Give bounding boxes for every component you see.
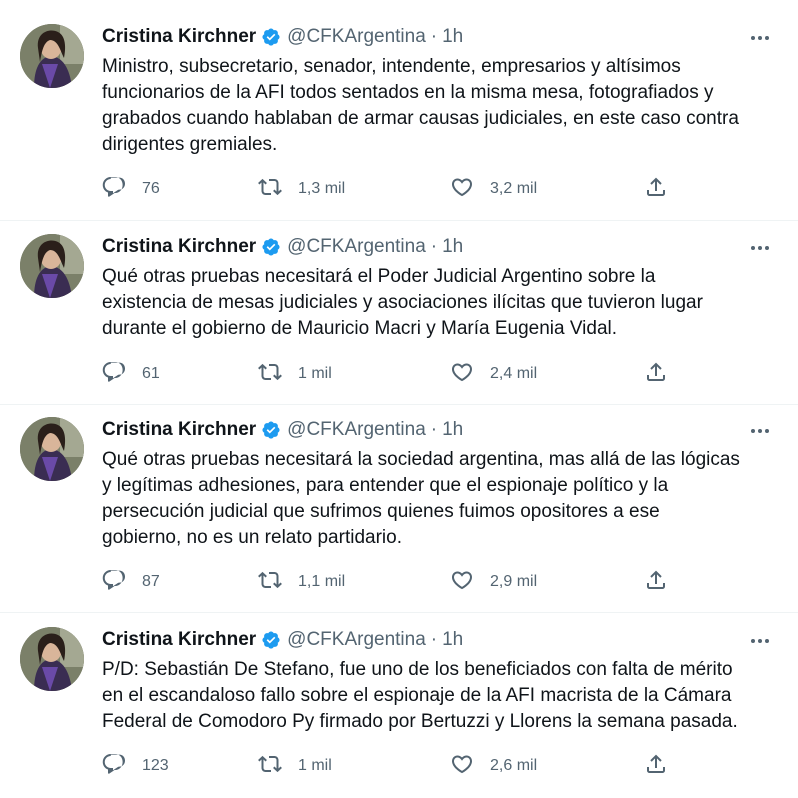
like-count: 3,2 mil [490,180,538,197]
verified-badge-icon [261,630,281,650]
tweet-divider [0,220,798,221]
tweet-feed: Cristina Kirchner @CFKArgentina · 1h Min… [0,0,798,798]
share-icon [644,360,668,389]
verified-badge-icon [261,237,281,257]
avatar[interactable] [20,234,84,298]
header-separator: · [430,629,438,650]
tweet-time[interactable]: 1h [442,236,463,258]
retweet-icon [258,752,282,781]
tweet-actions: 76 1,3 mil 3,2 mil [98,174,778,204]
more-options-icon[interactable] [748,28,772,48]
retweet-icon [258,360,282,389]
author-handle[interactable]: @CFKArgentina [287,26,426,48]
share-button[interactable] [644,174,668,204]
retweet-icon [258,175,282,204]
header-separator: · [430,236,438,257]
retweet-count: 1 mil [298,757,332,774]
verified-badge-icon [261,27,281,47]
retweet-button[interactable]: 1,3 mil [258,174,345,204]
reply-button[interactable]: 87 [102,567,160,597]
retweet-icon [258,568,282,597]
verified-badge-icon [261,420,281,440]
author-handle[interactable]: @CFKArgentina [287,629,426,651]
tweet-text: Qué otras pruebas necesitará el Poder Ju… [102,266,703,339]
like-count: 2,9 mil [490,573,538,590]
retweet-button[interactable]: 1,1 mil [258,567,345,597]
like-count: 2,4 mil [490,365,538,382]
author-name[interactable]: Cristina Kirchner [102,26,256,48]
avatar-image [20,234,84,298]
reply-icon [102,568,126,597]
reply-count: 123 [142,757,169,774]
reply-icon [102,175,126,204]
avatar-image [20,24,84,88]
retweet-count: 1,3 mil [298,180,346,197]
author-handle[interactable]: @CFKArgentina [287,419,426,441]
header-separator: · [430,419,438,440]
reply-button[interactable]: 61 [102,359,160,389]
like-icon [450,360,474,389]
tweet-actions: 123 1 mil 2,6 mil [98,751,778,781]
tweet-header: Cristina Kirchner @CFKArgentina · 1h [102,417,463,443]
like-icon [450,175,474,204]
reply-icon [102,360,126,389]
retweet-count: 1,1 mil [298,573,346,590]
avatar-image [20,627,84,691]
author-handle[interactable]: @CFKArgentina [287,236,426,258]
share-icon [644,175,668,204]
reply-icon [102,752,126,781]
more-options-icon[interactable] [748,238,772,258]
share-button[interactable] [644,359,668,389]
header-separator: · [430,26,438,47]
retweet-button[interactable]: 1 mil [258,359,332,389]
like-count: 2,6 mil [490,757,538,774]
avatar-image [20,417,84,481]
more-options-icon[interactable] [748,421,772,441]
like-button[interactable]: 2,9 mil [450,567,537,597]
tweet-time[interactable]: 1h [442,419,463,441]
share-icon [644,568,668,597]
like-button[interactable]: 2,6 mil [450,751,537,781]
tweet-divider [0,612,798,613]
reply-count: 87 [142,573,160,590]
tweet-actions: 87 1,1 mil 2,9 mil [98,567,778,597]
tweet-text: P/D: Sebastián De Stefano, fue uno de lo… [102,659,738,732]
reply-button[interactable]: 123 [102,751,169,781]
tweet-time[interactable]: 1h [442,629,463,651]
retweet-count: 1 mil [298,365,332,382]
share-button[interactable] [644,751,668,781]
retweet-button[interactable]: 1 mil [258,751,332,781]
avatar[interactable] [20,417,84,481]
author-name[interactable]: Cristina Kirchner [102,419,256,441]
like-icon [450,568,474,597]
author-name[interactable]: Cristina Kirchner [102,629,256,651]
tweet-divider [0,404,798,405]
like-button[interactable]: 2,4 mil [450,359,537,389]
more-options-icon[interactable] [748,631,772,651]
tweet-text: Qué otras pruebas necesitará la sociedad… [102,449,740,548]
avatar[interactable] [20,627,84,691]
like-button[interactable]: 3,2 mil [450,174,537,204]
tweet-actions: 61 1 mil 2,4 mil [98,359,778,389]
tweet-time[interactable]: 1h [442,26,463,48]
like-icon [450,752,474,781]
author-name[interactable]: Cristina Kirchner [102,236,256,258]
avatar[interactable] [20,24,84,88]
reply-count: 76 [142,180,160,197]
reply-count: 61 [142,365,160,382]
tweet-header: Cristina Kirchner @CFKArgentina · 1h [102,24,463,50]
tweet-header: Cristina Kirchner @CFKArgentina · 1h [102,234,463,260]
share-button[interactable] [644,567,668,597]
tweet-text: Ministro, subsecretario, senador, intend… [102,56,739,155]
share-icon [644,752,668,781]
reply-button[interactable]: 76 [102,174,160,204]
tweet-header: Cristina Kirchner @CFKArgentina · 1h [102,627,463,653]
